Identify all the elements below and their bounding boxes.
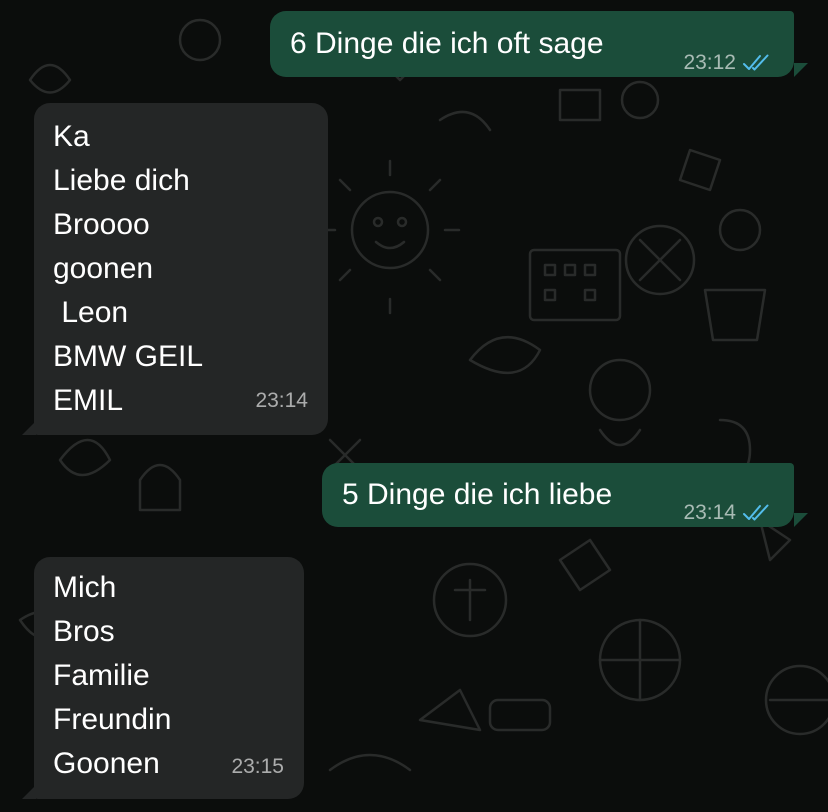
message-line: Familie	[53, 659, 150, 692]
message-line: Broooo	[53, 208, 150, 241]
message-text-block: Ka Liebe dich Broooo goonen Leon BMW GEI…	[53, 115, 203, 423]
message-time: 23:12	[683, 51, 736, 74]
message-bubble-outgoing[interactable]: 5 Dinge die ich liebe 23:14	[322, 463, 794, 527]
message-meta: 23:12	[683, 41, 772, 85]
message-bubble-incoming[interactable]: Mich Bros Familie Freundin Goonen 23:15	[34, 557, 304, 799]
bubble-tail	[22, 421, 36, 435]
message-time: 23:14	[255, 389, 308, 412]
message-line: EMIL	[53, 384, 124, 417]
message-line: Mich	[53, 571, 117, 604]
message-meta: 23:15	[231, 745, 284, 789]
message-line: Freundin	[53, 703, 172, 736]
message-line: goonen	[53, 252, 154, 285]
message-time: 23:14	[683, 501, 736, 524]
double-check-read-icon	[742, 54, 772, 72]
message-bubble-outgoing[interactable]: 6 Dinge die ich oft sage 23:12	[270, 11, 794, 77]
message-text-block: Mich Bros Familie Freundin Goonen	[53, 566, 171, 786]
bubble-tail	[794, 63, 808, 77]
message-bubble-incoming[interactable]: Ka Liebe dich Broooo goonen Leon BMW GEI…	[34, 103, 328, 435]
message-text: 6 Dinge die ich oft sage	[290, 27, 604, 60]
message-line: Ka	[53, 120, 90, 153]
message-line: Goonen	[53, 747, 160, 780]
message-meta: 23:14	[683, 491, 772, 535]
bubble-tail	[22, 785, 36, 799]
message-line: Leon	[53, 296, 129, 329]
double-check-read-icon	[742, 504, 772, 522]
message-line: Bros	[53, 615, 115, 648]
message-line: Liebe dich	[53, 164, 190, 197]
message-time: 23:15	[231, 755, 284, 778]
message-meta: 23:14	[255, 379, 308, 423]
message-text: 5 Dinge die ich liebe	[342, 478, 613, 511]
bubble-tail	[794, 513, 808, 527]
message-line: BMW GEIL	[53, 340, 204, 373]
